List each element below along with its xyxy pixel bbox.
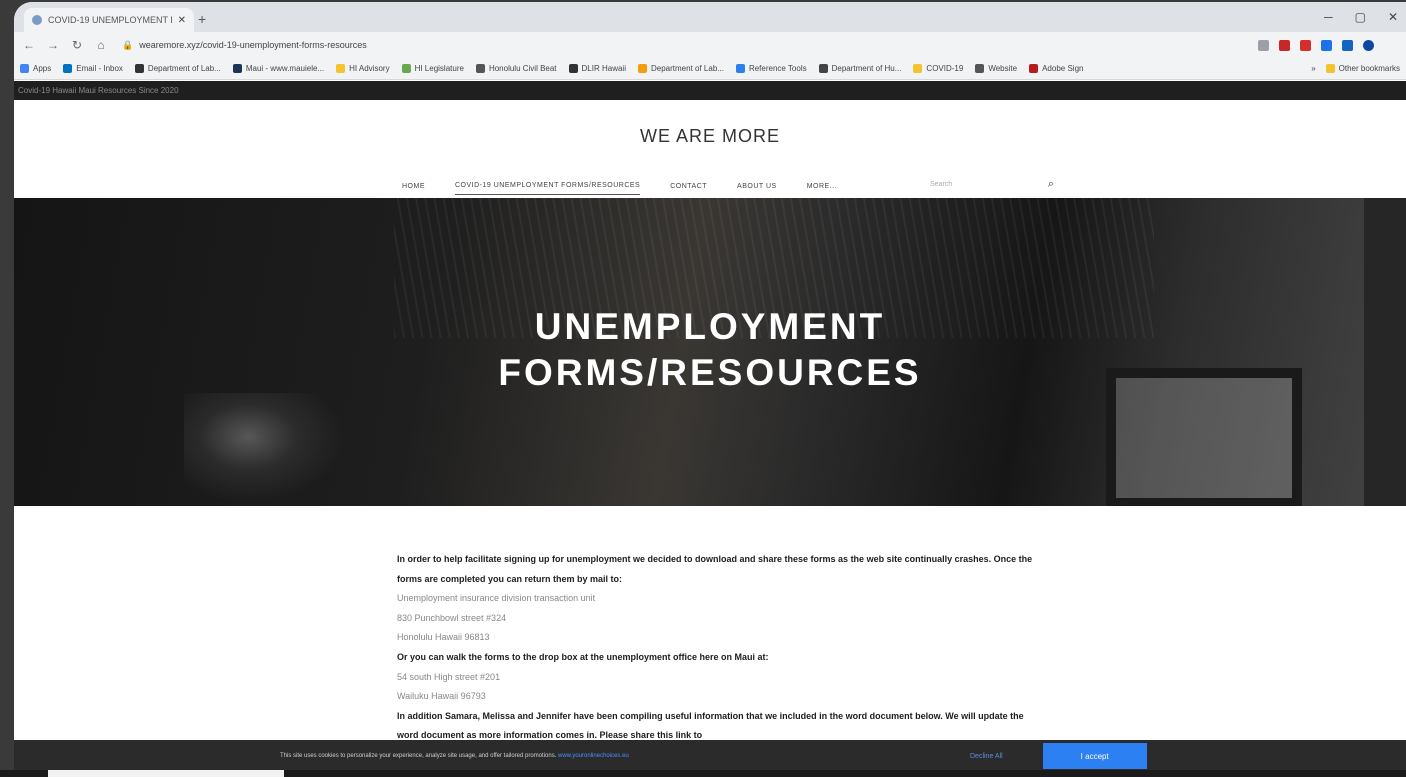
bookmark-item[interactable]: Website (975, 64, 1017, 73)
folder-icon (336, 64, 346, 73)
address-bar[interactable]: 🔒 wearemore.xyz/covid-19-unemployment-fo… (118, 35, 1218, 55)
folder-icon (913, 64, 923, 73)
cookie-policy-link[interactable]: www.youronlinechoices.eu (558, 753, 629, 759)
nav-home[interactable]: HOME (402, 183, 425, 190)
maximize-icon[interactable]: ▢ (1355, 10, 1366, 24)
intro-paragraph: In order to help facilitate signing up f… (397, 554, 1033, 584)
tab-strip: COVID-19 UNEMPLOYMENT FO... ✕ + ─ ▢ ✕ (14, 2, 1406, 32)
toolbar: ← → ↻ ⌂ 🔒 wearemore.xyz/covid-19-unemplo… (14, 32, 1406, 58)
taskbar-search[interactable] (48, 770, 284, 777)
minimize-icon[interactable]: ─ (1324, 10, 1333, 24)
other-bookmarks[interactable]: Other bookmarks (1325, 64, 1400, 73)
extension-icon[interactable] (1279, 39, 1290, 51)
bookmark-item[interactable]: COVID-19 (913, 64, 963, 73)
bookmark-icon (475, 64, 485, 73)
address-line: Honolulu Hawaii 96813 (397, 632, 490, 643)
bookmark-item[interactable]: Maui - www.mauiele... (232, 64, 324, 73)
hero-flowers (184, 393, 344, 503)
globe-icon (32, 15, 42, 25)
url-text: wearemore.xyz/covid-19-unemployment-form… (139, 40, 367, 50)
profile-avatar[interactable] (1363, 39, 1374, 51)
hero-title-line1: UNEMPLOYMENT (534, 306, 886, 347)
dropbox-paragraph: Or you can walk the forms to the drop bo… (397, 651, 769, 662)
browser-tab[interactable]: COVID-19 UNEMPLOYMENT FO... ✕ (24, 8, 194, 32)
site-title[interactable]: WE ARE MORE (14, 126, 1406, 147)
bookmarks-overflow: » Other bookmarks (1311, 64, 1406, 73)
bookmark-item[interactable]: Department of Hu... (818, 64, 901, 73)
close-window-icon[interactable]: ✕ (1388, 10, 1398, 24)
extension-icon[interactable] (1300, 39, 1311, 51)
bookmark-item[interactable]: Department of Lab... (638, 64, 724, 73)
bookmark-item[interactable]: Adobe Sign (1029, 64, 1083, 73)
reload-icon[interactable]: ↻ (70, 38, 84, 52)
close-tab-icon[interactable]: ✕ (178, 15, 186, 26)
home-icon[interactable]: ⌂ (94, 38, 108, 52)
tab-title: COVID-19 UNEMPLOYMENT FO... (48, 15, 172, 25)
browser-window: COVID-19 UNEMPLOYMENT FO... ✕ + ─ ▢ ✕ ← … (14, 2, 1406, 777)
bookmarks-bar: Apps Email - Inbox Department of Lab... … (14, 58, 1406, 80)
bookmark-item[interactable]: Reference Tools (735, 64, 807, 73)
page-content: In order to help facilitate signing up f… (397, 550, 1047, 746)
site-search[interactable]: Search ⌕ (930, 176, 1054, 192)
bookmark-item[interactable]: DLIR Hawaii (568, 64, 626, 73)
nav-covid-resources[interactable]: COVID-19 UNEMPLOYMENT FORMS/RESOURCES (455, 182, 641, 195)
bookmark-item[interactable]: HI Advisory (336, 64, 390, 73)
bookmark-item[interactable]: HI Legislature (401, 64, 464, 73)
cookie-banner: This site uses cookies to personalize yo… (14, 740, 1406, 772)
nav-about[interactable]: ABOUT US (737, 183, 777, 190)
bookmark-item[interactable]: Department of Lab... (134, 64, 221, 73)
hero-title-line2: FORMS/RESOURCES (498, 352, 922, 393)
folder-icon (1325, 64, 1335, 73)
address-line: 830 Punchbowl street #324 (397, 612, 507, 623)
bookmark-icon (975, 64, 985, 73)
bookmark-icon (134, 64, 144, 73)
search-input[interactable]: Search (930, 181, 952, 188)
extension-icon[interactable] (1342, 39, 1353, 51)
accept-button[interactable]: I accept (1042, 743, 1147, 769)
nav-more[interactable]: MORE... (807, 183, 837, 190)
search-icon[interactable]: ⌕ (1048, 178, 1054, 191)
bookmark-icon (63, 64, 73, 73)
address-line: Unemployment insurance division transact… (397, 593, 596, 604)
cookie-message: This site uses cookies to personalize yo… (280, 753, 629, 759)
window-controls: ─ ▢ ✕ (1324, 10, 1398, 24)
address-line: Wailuku Hawaii 96793 (397, 691, 486, 702)
bookmark-item[interactable]: Apps (20, 64, 51, 73)
bookmark-item[interactable]: Honolulu Civil Beat (475, 64, 557, 73)
bookmark-item[interactable]: Email - Inbox (63, 64, 123, 73)
extensions-area (1258, 39, 1374, 51)
hero-title: UNEMPLOYMENT FORMS/RESOURCES (14, 304, 1406, 396)
address-line: 54 south High street #201 (397, 671, 501, 682)
nav-contact[interactable]: CONTACT (670, 183, 707, 190)
forward-icon[interactable]: → (46, 38, 60, 52)
overflow-chevron-icon[interactable]: » (1311, 64, 1315, 73)
site-nav: HOME COVID-19 UNEMPLOYMENT FORMS/RESOURC… (402, 176, 837, 196)
lock-icon: 🔒 (122, 39, 134, 50)
bookmark-icon (401, 64, 411, 73)
site-topbar: Covid-19 Hawaii Maui Resources Since 202… (14, 81, 1406, 100)
bookmark-icon (232, 64, 242, 73)
back-icon[interactable]: ← (22, 38, 36, 52)
bookmark-icon (638, 64, 647, 73)
bookmark-icon (818, 64, 828, 73)
extension-icon[interactable] (1321, 39, 1332, 51)
decline-button[interactable]: Decline All (970, 753, 1003, 760)
apps-icon (20, 64, 29, 73)
bookmark-icon (568, 64, 578, 73)
star-icon[interactable] (1258, 39, 1269, 51)
new-tab-icon[interactable]: + (198, 11, 206, 27)
bookmark-icon (735, 64, 745, 73)
taskbar (0, 770, 1406, 777)
bookmark-icon (1029, 64, 1039, 73)
